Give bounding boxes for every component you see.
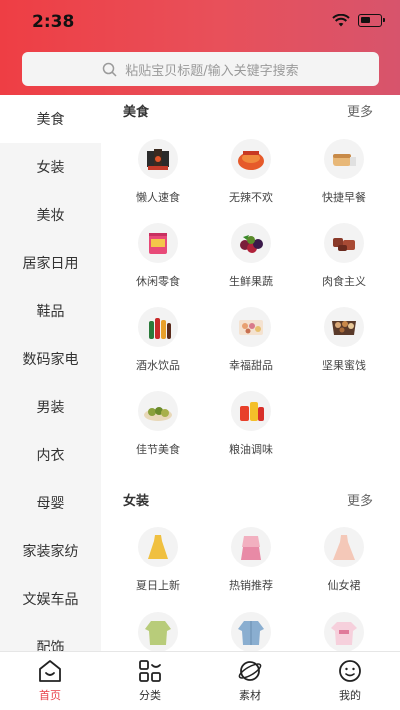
tab-label: 素材 <box>239 689 261 702</box>
tile-label: 快捷早餐 <box>322 191 366 204</box>
fresh-fruit-icon <box>231 223 271 263</box>
tile-label: 坚果蜜饯 <box>322 359 366 372</box>
category-tile-hot-sale[interactable]: 热销推荐 <box>206 527 296 593</box>
nuts-icon <box>324 307 364 347</box>
sidebar-item-accessories[interactable]: 配饰 <box>0 623 101 651</box>
category-icon <box>139 660 161 682</box>
category-tile-fairy-dress[interactable]: 仙女裙 <box>299 527 389 593</box>
category-tile-meat[interactable]: 肉食主义 <box>299 223 389 289</box>
sidebar-item-shoes[interactable]: 鞋品 <box>0 287 101 335</box>
yellow-dress-icon <box>138 527 178 567</box>
sidebar-item-beauty[interactable]: 美妆 <box>0 191 101 239</box>
green-sweater-icon <box>138 612 178 651</box>
pink-tshirt-icon <box>324 612 364 651</box>
tab-label: 首页 <box>39 689 61 702</box>
tile-label: 无辣不欢 <box>229 191 273 204</box>
category-content[interactable]: 美食 更多 懒人速食 无辣不欢 快捷早餐 休闲零食 生鲜果蔬 肉食主义 酒水饮品… <box>101 95 400 651</box>
tile-label: 夏日上新 <box>136 579 180 592</box>
pink-outfit-icon <box>231 527 271 567</box>
breakfast-icon <box>324 139 364 179</box>
category-tile-denim-jacket[interactable] <box>206 612 296 651</box>
grain-oil-icon <box>231 391 271 431</box>
category-tile-summer-new[interactable]: 夏日上新 <box>113 527 203 593</box>
snack-icon <box>138 223 178 263</box>
more-link[interactable]: 更多 <box>347 101 373 120</box>
sidebar-item-home-textile[interactable]: 家装家纺 <box>0 527 101 575</box>
tab-category[interactable]: 分类 <box>100 652 200 710</box>
header: 2:38 粘贴宝贝标题/输入关键字搜索 <box>0 0 400 95</box>
category-tile-snacks[interactable]: 休闲零食 <box>113 223 203 289</box>
search-bar[interactable]: 粘贴宝贝标题/输入关键字搜索 <box>22 52 379 86</box>
tile-label: 休闲零食 <box>136 275 180 288</box>
tab-label: 我的 <box>339 689 361 702</box>
planet-icon <box>238 661 262 681</box>
sidebar-item-underwear[interactable]: 内衣 <box>0 431 101 479</box>
more-link[interactable]: 更多 <box>347 490 373 509</box>
home-icon <box>39 660 61 682</box>
sidebar-item-entertainment-car[interactable]: 文娱车品 <box>0 575 101 623</box>
category-tile-green-sweater[interactable] <box>113 612 203 651</box>
category-tile-nuts[interactable]: 坚果蜜饯 <box>299 307 389 373</box>
category-tile-pink-tshirt[interactable] <box>299 612 389 651</box>
sidebar-item-mens-wear[interactable]: 男装 <box>0 383 101 431</box>
status-icons <box>332 14 385 27</box>
tile-label: 酒水饮品 <box>136 359 180 372</box>
instant-food-icon <box>138 139 178 179</box>
festival-food-icon <box>138 391 178 431</box>
sidebar-item-food[interactable]: 美食 <box>0 95 101 143</box>
category-tile-festival-food[interactable]: 佳节美食 <box>113 391 203 457</box>
category-tile-spicy-food[interactable]: 无辣不欢 <box>206 139 296 205</box>
sidebar-item-home-goods[interactable]: 居家日用 <box>0 239 101 287</box>
spicy-food-icon <box>231 139 271 179</box>
profile-icon <box>339 660 361 682</box>
section-header-womens-wear: 女装 更多 <box>123 490 373 509</box>
category-tile-breakfast[interactable]: 快捷早餐 <box>299 139 389 205</box>
tile-label: 粮油调味 <box>229 443 273 456</box>
tab-profile[interactable]: 我的 <box>300 652 400 710</box>
sidebar-item-baby[interactable]: 母婴 <box>0 479 101 527</box>
category-sidebar[interactable]: 美食 女装 美妆 居家日用 鞋品 数码家电 男装 内衣 母婴 家装家纺 文娱车品… <box>0 95 101 651</box>
tile-label: 生鲜果蔬 <box>229 275 273 288</box>
wifi-icon <box>332 14 350 27</box>
tile-label: 仙女裙 <box>327 579 361 592</box>
search-placeholder: 粘贴宝贝标题/输入关键字搜索 <box>125 63 299 79</box>
search-icon <box>103 62 117 77</box>
tab-label: 分类 <box>139 689 161 702</box>
section-title: 美食 <box>123 105 150 120</box>
sidebar-item-digital[interactable]: 数码家电 <box>0 335 101 383</box>
dessert-icon <box>231 307 271 347</box>
section-title: 女装 <box>123 494 150 509</box>
fairy-dress-icon <box>324 527 364 567</box>
sidebar-item-womens-wear[interactable]: 女装 <box>0 143 101 191</box>
category-tile-instant-food[interactable]: 懒人速食 <box>113 139 203 205</box>
bottom-tab-bar: 首页 分类 素材 我的 <box>0 651 400 710</box>
category-tile-desserts[interactable]: 幸福甜品 <box>206 307 296 373</box>
status-time: 2:38 <box>32 12 75 32</box>
tile-label: 佳节美食 <box>136 443 180 456</box>
category-tile-fresh-produce[interactable]: 生鲜果蔬 <box>206 223 296 289</box>
category-tile-drinks[interactable]: 酒水饮品 <box>113 307 203 373</box>
tile-label: 幸福甜品 <box>229 359 273 372</box>
battery-icon <box>358 14 385 27</box>
tab-materials[interactable]: 素材 <box>200 652 300 710</box>
tile-label: 懒人速食 <box>136 191 180 204</box>
tile-label: 热销推荐 <box>229 579 273 592</box>
denim-jacket-icon <box>231 612 271 651</box>
section-header-food: 美食 更多 <box>123 101 373 120</box>
tile-label: 肉食主义 <box>322 275 366 288</box>
category-tile-grain-oil[interactable]: 粮油调味 <box>206 391 296 457</box>
meat-icon <box>324 223 364 263</box>
tab-home[interactable]: 首页 <box>0 652 100 710</box>
drinks-icon <box>138 307 178 347</box>
